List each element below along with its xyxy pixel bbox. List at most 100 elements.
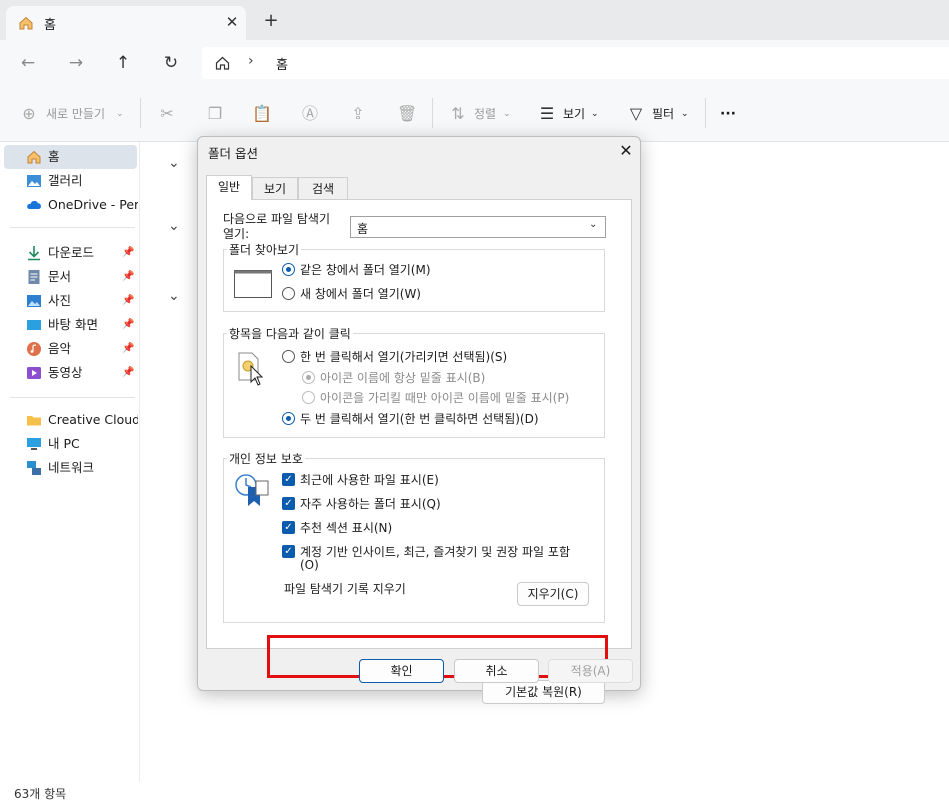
- tab-search[interactable]: 검색: [298, 177, 348, 199]
- pin-icon: 📌: [122, 319, 135, 330]
- chevron-down-icon: ⌄: [681, 109, 689, 119]
- clear-history-button[interactable]: 지우기(C): [517, 582, 589, 606]
- sidebar-item-downloads[interactable]: 다운로드 📌: [4, 241, 137, 265]
- ok-button[interactable]: 확인: [359, 659, 444, 683]
- include-account-files-checkbox[interactable]: ✓: [282, 545, 295, 558]
- privacy-title: 개인 정보 보호: [227, 450, 305, 467]
- show-frequent-folders-label: 자주 사용하는 폴더 표시(Q): [300, 497, 441, 511]
- sort-icon: ⇅: [451, 104, 465, 123]
- sidebar-item-music[interactable]: 음악 📌: [4, 337, 137, 361]
- sidebar-item-label: Creative Cloud F: [48, 412, 138, 427]
- address-bar[interactable]: › 홈: [202, 47, 949, 79]
- new-plus-icon: ⊕: [22, 104, 36, 123]
- sidebar-item-creative-cloud[interactable]: Creative Cloud F: [4, 408, 138, 432]
- cancel-button[interactable]: 취소: [454, 659, 539, 683]
- refresh-icon[interactable]: ↻: [158, 50, 184, 76]
- sidebar-item-gallery[interactable]: 갤러리: [4, 169, 137, 193]
- pin-icon: 📌: [122, 247, 135, 258]
- sort-button[interactable]: 정렬: [474, 103, 496, 125]
- home-icon: [19, 16, 33, 30]
- new-tab-button[interactable]: +: [260, 10, 282, 32]
- open-explorer-label-cont: 열기:: [223, 227, 250, 241]
- show-frequent-folders-checkbox[interactable]: ✓: [282, 497, 295, 510]
- sidebar-item-network[interactable]: 네트워크: [4, 456, 137, 480]
- open-explorer-select[interactable]: 홈 ⌄: [350, 216, 606, 238]
- browse-folders-group: 폴더 찾아보기 같은 창에서 폴더 열기(M) 새 창에서 폴더 열기(W): [223, 241, 605, 312]
- privacy-group: 개인 정보 보호 ✓ 최근에 사용한 파일 표시(E) ✓ 자주 사용하는 폴더…: [223, 450, 605, 623]
- browse-same-window-radio[interactable]: [282, 263, 295, 276]
- sidebar-item-onedrive[interactable]: OneDrive - Perso: [4, 193, 138, 217]
- sidebar-divider: [10, 227, 135, 228]
- toolbar-divider: [705, 98, 706, 128]
- sidebar-divider: [10, 397, 135, 398]
- close-icon[interactable]: ✕: [614, 139, 638, 163]
- breadcrumb-separator: ›: [248, 53, 254, 69]
- collapse-chevron-icon[interactable]: ⌄: [168, 218, 184, 234]
- sidebar-item-home[interactable]: 홈: [4, 145, 137, 169]
- sidebar-item-label: 홈: [48, 149, 60, 164]
- new-button[interactable]: 새로 만들기: [46, 103, 105, 125]
- filter-icon: ▽: [629, 104, 643, 123]
- close-tab-icon[interactable]: ✕: [222, 12, 242, 32]
- cut-icon[interactable]: ✂: [157, 104, 177, 124]
- privacy-illustration-icon: [235, 474, 269, 506]
- cloud-icon: [27, 200, 41, 209]
- delete-icon[interactable]: 🗑: [397, 104, 417, 124]
- breadcrumb-home[interactable]: 홈: [276, 54, 288, 73]
- sidebar-item-videos[interactable]: 동영상 📌: [4, 361, 137, 385]
- view-button[interactable]: 보기: [563, 103, 585, 125]
- underline-hover-radio[interactable]: [302, 391, 315, 404]
- paste-icon[interactable]: 📋: [252, 104, 272, 124]
- general-tab-panel: 다음으로 파일 탐색기 열기: 홈 ⌄ 폴더 찾아보기 같은 창에서 폴더 열기…: [206, 199, 632, 704]
- file-explorer-window: 홈 ✕ + ← → ↑ ↻ › 홈 ⊕ 새로 만들기 ⌄ ✂ ❐ 📋 Ⓐ ⇪ 🗑…: [0, 0, 949, 801]
- collapse-chevron-icon[interactable]: ⌄: [168, 155, 184, 171]
- up-arrow-icon[interactable]: ↑: [110, 50, 136, 76]
- forward-arrow-icon[interactable]: →: [63, 50, 89, 76]
- chevron-down-icon: ⌄: [116, 109, 124, 119]
- filter-button[interactable]: 필터: [652, 103, 674, 125]
- back-arrow-icon[interactable]: ←: [15, 50, 41, 76]
- tab-label: 홈: [44, 18, 56, 33]
- double-click-label: 두 번 클릭해서 열기(한 번 클릭하면 선택됨)(D): [300, 412, 539, 426]
- sidebar-item-label: 내 PC: [48, 436, 80, 451]
- click-items-group: 항목을 다음과 같이 클릭 한 번 클릭해서 열기(가리키면 선택됨)(S) 아…: [223, 325, 605, 438]
- restore-defaults-button[interactable]: 기본값 복원(R): [482, 680, 605, 704]
- apply-button[interactable]: 적용(A): [548, 659, 633, 683]
- sidebar-item-pictures[interactable]: 사진 📌: [4, 289, 137, 313]
- tab-strip: 홈 ✕ +: [0, 0, 949, 40]
- tab-home[interactable]: 홈 ✕: [6, 6, 246, 40]
- folder-icon: [27, 416, 41, 426]
- picture-icon: [27, 295, 41, 307]
- tab-general[interactable]: 일반: [206, 175, 252, 200]
- chevron-down-icon: ⌄: [589, 219, 598, 230]
- share-icon[interactable]: ⇪: [348, 104, 368, 124]
- desktop-icon: [27, 320, 41, 330]
- sidebar-item-this-pc[interactable]: 내 PC: [4, 432, 137, 456]
- home-outline-icon: [215, 56, 230, 70]
- toolbar-divider: [432, 98, 433, 128]
- network-icon: [27, 461, 41, 475]
- rename-icon[interactable]: Ⓐ: [300, 104, 320, 124]
- underline-always-radio[interactable]: [302, 371, 315, 384]
- more-options-button[interactable]: ···: [720, 103, 736, 125]
- sidebar-item-documents[interactable]: 문서 📌: [4, 265, 137, 289]
- sidebar-item-desktop[interactable]: 바탕 화면 📌: [4, 313, 137, 337]
- pin-icon: 📌: [122, 367, 135, 378]
- sidebar-item-label: 갤러리: [48, 173, 83, 188]
- double-click-radio[interactable]: [282, 412, 295, 425]
- home-icon: [27, 150, 41, 164]
- open-explorer-value: 홈: [357, 222, 369, 236]
- collapse-chevron-icon[interactable]: ⌄: [168, 288, 184, 304]
- underline-hover-label: 아이콘을 가리킬 때만 아이콘 이름에 밑줄 표시(P): [320, 391, 570, 405]
- single-click-radio[interactable]: [282, 350, 295, 363]
- sidebar-item-label: OneDrive - Perso: [48, 197, 138, 212]
- pin-icon: 📌: [122, 271, 135, 282]
- show-recommended-checkbox[interactable]: ✓: [282, 521, 295, 534]
- browse-new-window-radio[interactable]: [282, 287, 295, 300]
- view-icon: ☰: [539, 104, 555, 123]
- chevron-down-icon: ⌄: [503, 109, 511, 119]
- show-recent-files-checkbox[interactable]: ✓: [282, 473, 295, 486]
- copy-icon[interactable]: ❐: [205, 104, 225, 124]
- tab-view[interactable]: 보기: [252, 177, 298, 199]
- computer-icon: [27, 438, 41, 450]
